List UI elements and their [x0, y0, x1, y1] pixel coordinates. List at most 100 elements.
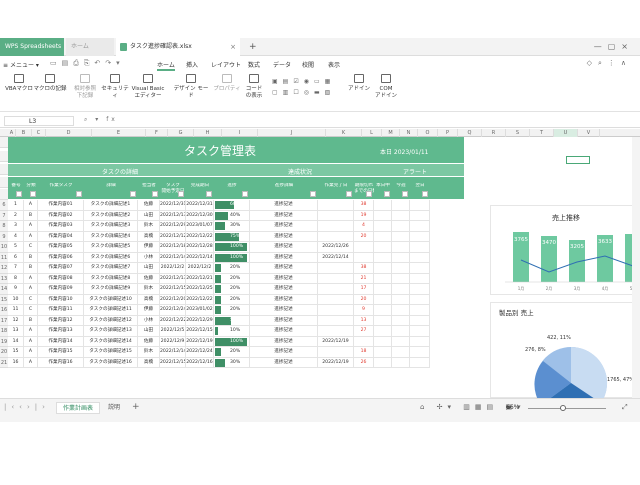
- row-number[interactable]: 11: [0, 252, 8, 263]
- cell-days[interactable]: 26: [354, 357, 374, 368]
- filter-dropdown-icon[interactable]: [30, 191, 36, 197]
- cell-person[interactable]: 小林: [138, 315, 160, 326]
- cell-pct[interactable]: 10%: [214, 326, 250, 337]
- row-number-top[interactable]: [0, 151, 8, 162]
- cell-alert[interactable]: [410, 305, 430, 316]
- cell-alert[interactable]: [392, 305, 410, 316]
- view-code-button[interactable]: コード の表示: [242, 74, 266, 100]
- selected-cell[interactable]: [566, 156, 590, 164]
- cell-cls[interactable]: B: [24, 252, 38, 263]
- cell-status[interactable]: 進捗記述: [250, 221, 318, 232]
- cell-cls[interactable]: B: [24, 263, 38, 274]
- cell-alert[interactable]: [410, 294, 430, 305]
- cell-task[interactable]: 作業内容15: [38, 347, 84, 358]
- menu-view[interactable]: 表示: [328, 60, 340, 69]
- cell-status[interactable]: 進捗記述: [250, 263, 318, 274]
- row-number[interactable]: 20: [0, 347, 8, 358]
- cell-status[interactable]: 進捗記述: [250, 252, 318, 263]
- record-macro-button[interactable]: マクロの記録: [33, 74, 67, 93]
- cell-alert[interactable]: [410, 221, 430, 232]
- name-box[interactable]: L3: [4, 116, 74, 126]
- cell-start[interactable]: 2022/12/12: [160, 231, 186, 242]
- cell-due[interactable]: 2023/01/02: [186, 305, 214, 316]
- cell-due[interactable]: 2023/01/07: [186, 221, 214, 232]
- cell-days[interactable]: 38: [354, 263, 374, 274]
- cell-alert[interactable]: [374, 200, 392, 211]
- cell-no[interactable]: 10: [8, 294, 24, 305]
- more-icon[interactable]: ⋮: [608, 59, 621, 67]
- cell-due[interactable]: 2022/12/25: [186, 284, 214, 295]
- settings-icon[interactable]: ◇: [587, 59, 598, 67]
- row-number[interactable]: 21: [0, 357, 8, 368]
- column-letter-F[interactable]: F: [146, 129, 168, 137]
- cell-no[interactable]: 2: [8, 210, 24, 221]
- cell-alert[interactable]: [410, 336, 430, 347]
- cell-no[interactable]: 7: [8, 263, 24, 274]
- filter-dropdown-icon[interactable]: [76, 191, 82, 197]
- cell-done[interactable]: 2022/12/19: [318, 336, 354, 347]
- row-number[interactable]: 13: [0, 273, 8, 284]
- cell-task[interactable]: 作業内容09: [38, 284, 84, 295]
- cell-alert[interactable]: [410, 231, 430, 242]
- cell-detail[interactable]: タスクの詳細記述1: [84, 200, 138, 211]
- row-number[interactable]: 14: [0, 284, 8, 295]
- cell-task[interactable]: 作業内容03: [38, 221, 84, 232]
- close-icon[interactable]: ×: [230, 38, 236, 56]
- cell-cls[interactable]: A: [24, 200, 38, 211]
- cell-alert[interactable]: [410, 357, 430, 368]
- cell-status[interactable]: 進捗記述: [250, 284, 318, 295]
- column-letter-N[interactable]: N: [400, 129, 418, 137]
- cell-cls[interactable]: A: [24, 284, 38, 295]
- cell-task[interactable]: 作業内容13: [38, 326, 84, 337]
- cell-days[interactable]: 4: [354, 221, 374, 232]
- cell-pct[interactable]: 75%: [214, 231, 250, 242]
- minimize-icon[interactable]: —: [594, 42, 608, 51]
- column-letter-U[interactable]: U: [554, 129, 578, 137]
- cell-cls[interactable]: A: [24, 357, 38, 368]
- cell-alert[interactable]: [374, 221, 392, 232]
- cell-start[interactable]: 2022/12/5: [160, 326, 186, 337]
- cell-days[interactable]: 20: [354, 231, 374, 242]
- cell-due[interactable]: 2022/12/19: [186, 336, 214, 347]
- cell-start[interactable]: 2022/12/22: [160, 315, 186, 326]
- file-tab[interactable]: タスク進捗確認表.xlsx ×: [116, 38, 240, 56]
- row-number-top[interactable]: [0, 189, 8, 200]
- cell-task[interactable]: 作業内容08: [38, 273, 84, 284]
- column-letter-G[interactable]: G: [168, 129, 194, 137]
- cell-due[interactable]: 2022/12/14: [186, 252, 214, 263]
- cell-start[interactable]: 2022/12/14: [160, 252, 186, 263]
- cell-cls[interactable]: C: [24, 294, 38, 305]
- sheet-tab-active[interactable]: 作業計画表: [56, 402, 101, 414]
- cell-alert[interactable]: [374, 336, 392, 347]
- filter-dropdown-icon[interactable]: [422, 191, 428, 197]
- search-icon[interactable]: ⌕: [598, 59, 608, 67]
- cell-status[interactable]: 進捗記述: [250, 210, 318, 221]
- cell-done[interactable]: [318, 284, 354, 295]
- cell-person[interactable]: 高橋: [138, 357, 160, 368]
- cell-detail[interactable]: タスクの詳細記述7: [84, 263, 138, 274]
- cell-start[interactable]: 2022/12/31: [160, 200, 186, 211]
- column-letter-V[interactable]: V: [578, 129, 600, 137]
- cell-days[interactable]: 18: [354, 347, 374, 358]
- cell-cls[interactable]: A: [24, 336, 38, 347]
- sheet-nav[interactable]: |‹‹›|›: [4, 403, 50, 411]
- cell-pct[interactable]: 60%: [214, 200, 250, 211]
- cell-due[interactable]: 2022/12/22: [186, 231, 214, 242]
- filter-dropdown-icon[interactable]: [178, 191, 184, 197]
- cell-pct[interactable]: 40%: [214, 210, 250, 221]
- cell-alert[interactable]: [374, 242, 392, 253]
- design-mode-button[interactable]: デザイン モード: [172, 74, 210, 100]
- filter-dropdown-icon[interactable]: [242, 191, 248, 197]
- cell-alert[interactable]: [392, 315, 410, 326]
- row-number[interactable]: 19: [0, 336, 8, 347]
- cell-status[interactable]: 進捗記述: [250, 231, 318, 242]
- cell-done[interactable]: [318, 263, 354, 274]
- cell-detail[interactable]: タスクの詳細記述6: [84, 252, 138, 263]
- menu-home[interactable]: ホーム: [157, 60, 175, 71]
- row-number-top[interactable]: [0, 164, 8, 175]
- cell-done[interactable]: [318, 326, 354, 337]
- cell-alert[interactable]: [392, 200, 410, 211]
- cell-alert[interactable]: [392, 347, 410, 358]
- zoom-slider[interactable]: [528, 408, 606, 409]
- cell-task[interactable]: 作業内容01: [38, 200, 84, 211]
